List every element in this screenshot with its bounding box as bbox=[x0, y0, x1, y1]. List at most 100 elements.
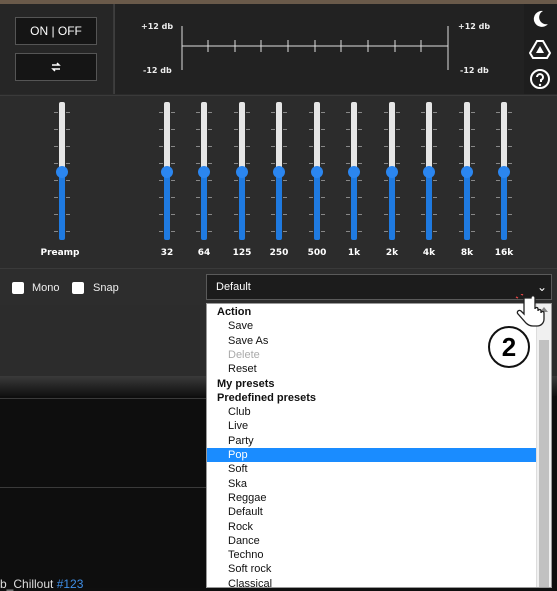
slider-tick bbox=[471, 214, 475, 215]
slider-tick bbox=[208, 129, 212, 130]
preset-option[interactable]: Party bbox=[207, 434, 551, 448]
preset-option[interactable]: Pop bbox=[207, 448, 551, 462]
slider-preamp[interactable] bbox=[54, 102, 70, 242]
slider-tick bbox=[508, 231, 512, 232]
slider-tick bbox=[496, 197, 500, 198]
slider-500[interactable] bbox=[309, 102, 325, 242]
slider-tick bbox=[54, 112, 58, 113]
band-label-250: 250 bbox=[269, 248, 289, 258]
slider-tick bbox=[234, 214, 238, 215]
dropdown-scrollbar[interactable] bbox=[536, 304, 551, 587]
slider-tick bbox=[208, 112, 212, 113]
slider-track-upper bbox=[201, 102, 207, 172]
scroll-thumb[interactable] bbox=[539, 340, 549, 587]
slider-tick bbox=[171, 197, 175, 198]
slider-tick bbox=[321, 129, 325, 130]
slider-knob[interactable] bbox=[273, 166, 285, 178]
slider-tick bbox=[171, 231, 175, 232]
slider-tick bbox=[283, 197, 287, 198]
slider-tick bbox=[159, 180, 163, 181]
band-label-125: 125 bbox=[232, 248, 252, 258]
slider-tick bbox=[496, 129, 500, 130]
slider-4k[interactable] bbox=[421, 102, 437, 242]
track-tag-link[interactable]: #123 bbox=[57, 577, 84, 591]
slider-tick bbox=[321, 214, 325, 215]
preset-option[interactable]: Ska bbox=[207, 477, 551, 491]
preset-option[interactable]: Dance bbox=[207, 534, 551, 548]
preset-option[interactable]: Live bbox=[207, 419, 551, 433]
slider-tick bbox=[433, 197, 437, 198]
slider-tick bbox=[171, 163, 175, 164]
slider-tick bbox=[433, 180, 437, 181]
slider-tick bbox=[459, 129, 463, 130]
eq-curve bbox=[181, 26, 449, 70]
slider-track-lower bbox=[164, 172, 170, 240]
slider-knob[interactable] bbox=[348, 166, 360, 178]
slider-track-lower bbox=[501, 172, 507, 240]
slider-track-upper bbox=[276, 102, 282, 172]
slider-tick bbox=[459, 112, 463, 113]
slider-tick bbox=[459, 163, 463, 164]
preset-option[interactable]: Soft rock bbox=[207, 562, 551, 576]
slider-knob[interactable] bbox=[386, 166, 398, 178]
slider-knob[interactable] bbox=[423, 166, 435, 178]
slider-knob[interactable] bbox=[311, 166, 323, 178]
slider-8k[interactable] bbox=[459, 102, 475, 242]
preset-option[interactable]: Rock bbox=[207, 520, 551, 534]
slider-tick bbox=[496, 180, 500, 181]
snap-checkbox[interactable] bbox=[72, 282, 84, 294]
google-drive-icon[interactable] bbox=[529, 38, 551, 60]
slider-track-lower bbox=[59, 172, 65, 240]
slider-knob[interactable] bbox=[461, 166, 473, 178]
slider-tick bbox=[246, 112, 250, 113]
slider-16k[interactable] bbox=[496, 102, 512, 242]
moon-icon[interactable] bbox=[529, 8, 551, 30]
slider-tick bbox=[321, 112, 325, 113]
track-prefix: b_Chillout bbox=[0, 577, 57, 591]
help-icon[interactable] bbox=[529, 68, 551, 90]
slider-1k[interactable] bbox=[346, 102, 362, 242]
slider-track-lower bbox=[426, 172, 432, 240]
slider-125[interactable] bbox=[234, 102, 250, 242]
preset-option[interactable]: Soft bbox=[207, 462, 551, 476]
swap-button[interactable] bbox=[15, 53, 97, 81]
preset-option[interactable]: Club bbox=[207, 405, 551, 419]
slider-2k[interactable] bbox=[384, 102, 400, 242]
slider-tick bbox=[309, 129, 313, 130]
slider-tick bbox=[246, 129, 250, 130]
on-off-button[interactable]: ON | OFF bbox=[15, 17, 97, 45]
slider-tick bbox=[283, 129, 287, 130]
slider-tick bbox=[421, 129, 425, 130]
slider-tick bbox=[421, 163, 425, 164]
slider-tick bbox=[309, 231, 313, 232]
slider-track-lower bbox=[351, 172, 357, 240]
slider-tick bbox=[54, 146, 58, 147]
slider-knob[interactable] bbox=[498, 166, 510, 178]
slider-250[interactable] bbox=[271, 102, 287, 242]
preset-option[interactable]: Reggae bbox=[207, 491, 551, 505]
slider-tick bbox=[471, 197, 475, 198]
slider-knob[interactable] bbox=[236, 166, 248, 178]
slider-tick bbox=[234, 129, 238, 130]
slider-tick bbox=[384, 163, 388, 164]
preset-option[interactable]: Classical bbox=[207, 577, 551, 587]
slider-track-lower bbox=[276, 172, 282, 240]
mono-checkbox[interactable] bbox=[12, 282, 24, 294]
snap-label: Snap bbox=[93, 282, 119, 294]
slider-tick bbox=[384, 214, 388, 215]
slider-64[interactable] bbox=[196, 102, 212, 242]
slider-tick bbox=[66, 112, 70, 113]
slider-knob[interactable] bbox=[198, 166, 210, 178]
slider-knob[interactable] bbox=[161, 166, 173, 178]
slider-tick bbox=[508, 180, 512, 181]
slider-tick bbox=[358, 214, 362, 215]
slider-32[interactable] bbox=[159, 102, 175, 242]
slider-knob[interactable] bbox=[56, 166, 68, 178]
preset-option[interactable]: Default bbox=[207, 505, 551, 519]
preset-option[interactable]: Techno bbox=[207, 548, 551, 562]
preset-select[interactable]: Default ⌄ bbox=[206, 274, 552, 300]
slider-tick bbox=[496, 163, 500, 164]
slider-tick bbox=[433, 163, 437, 164]
slider-tick bbox=[346, 163, 350, 164]
slider-tick bbox=[309, 146, 313, 147]
